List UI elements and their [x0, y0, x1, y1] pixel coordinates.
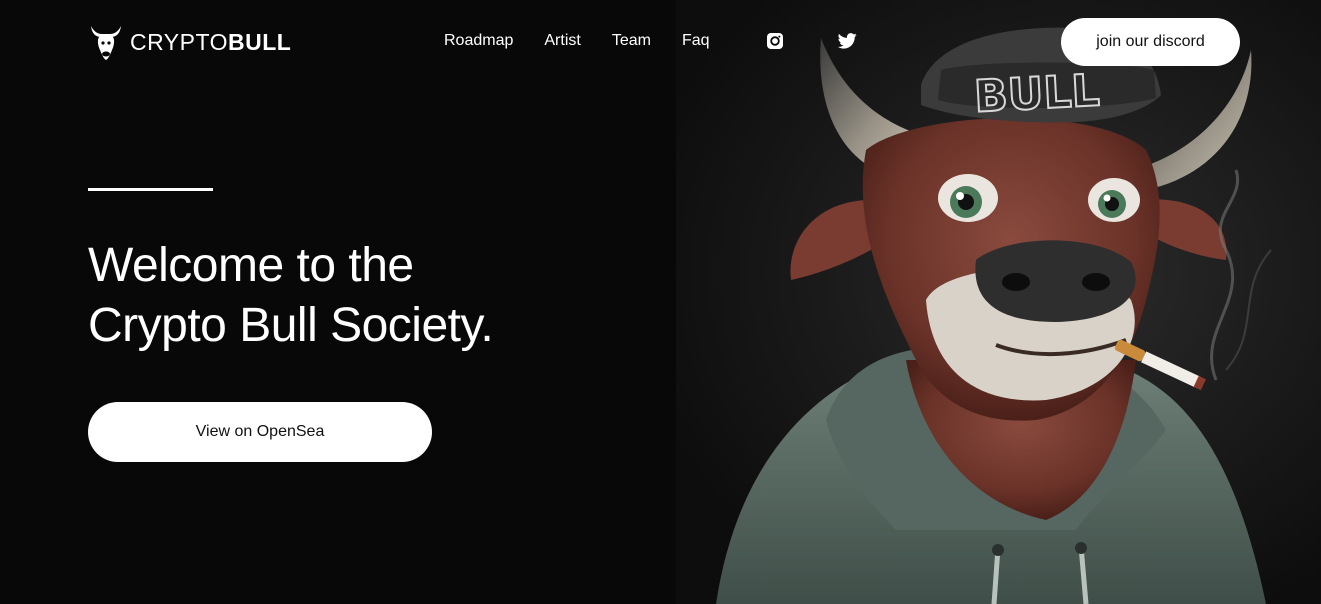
nose	[975, 240, 1136, 322]
smoke-trail	[1210, 169, 1240, 381]
brand-name-bold: BULL	[228, 28, 292, 55]
accent-divider	[88, 188, 213, 191]
join-discord-button[interactable]: join our discord	[1061, 18, 1240, 66]
nostril-left	[1002, 273, 1030, 291]
instagram-link[interactable]	[765, 31, 785, 51]
grommet-left	[992, 544, 1004, 556]
twitter-icon	[837, 33, 857, 49]
nostril-right	[1082, 273, 1110, 291]
twitter-link[interactable]	[837, 31, 857, 51]
eye-right-highlight	[1103, 194, 1111, 202]
nav-link-artist[interactable]: Artist	[544, 31, 580, 51]
bull-head-icon	[91, 26, 121, 60]
hero-bull-illustration: BULL	[676, 0, 1321, 604]
brand-logo[interactable]: CRYPTOBULL	[88, 22, 291, 62]
hero-headline-line1: Welcome to the	[88, 239, 414, 292]
hero-headline-line2: Crypto Bull Society.	[88, 299, 494, 352]
nav-link-team[interactable]: Team	[612, 31, 651, 51]
landing-page: BULL CRYPTOBULL Roadmap Artist Team Faq …	[0, 0, 1321, 604]
nav-link-faq[interactable]: Faq	[682, 31, 710, 51]
nav-link-roadmap[interactable]: Roadmap	[444, 31, 513, 51]
cap-text: BULL	[973, 65, 1101, 122]
bull-artwork-svg: BULL	[716, 27, 1272, 604]
view-on-opensea-button[interactable]: View on OpenSea	[88, 402, 432, 462]
grommet-right	[1075, 542, 1087, 554]
brand-wordmark: CRYPTOBULL	[130, 28, 292, 55]
eye-left-highlight	[956, 192, 964, 200]
hero-headline: Welcome to the Crypto Bull Society.	[88, 236, 648, 356]
instagram-icon	[767, 33, 783, 49]
main-nav: Roadmap Artist Team Faq	[444, 31, 710, 51]
brand-name-light: CRYPTO	[130, 28, 229, 55]
